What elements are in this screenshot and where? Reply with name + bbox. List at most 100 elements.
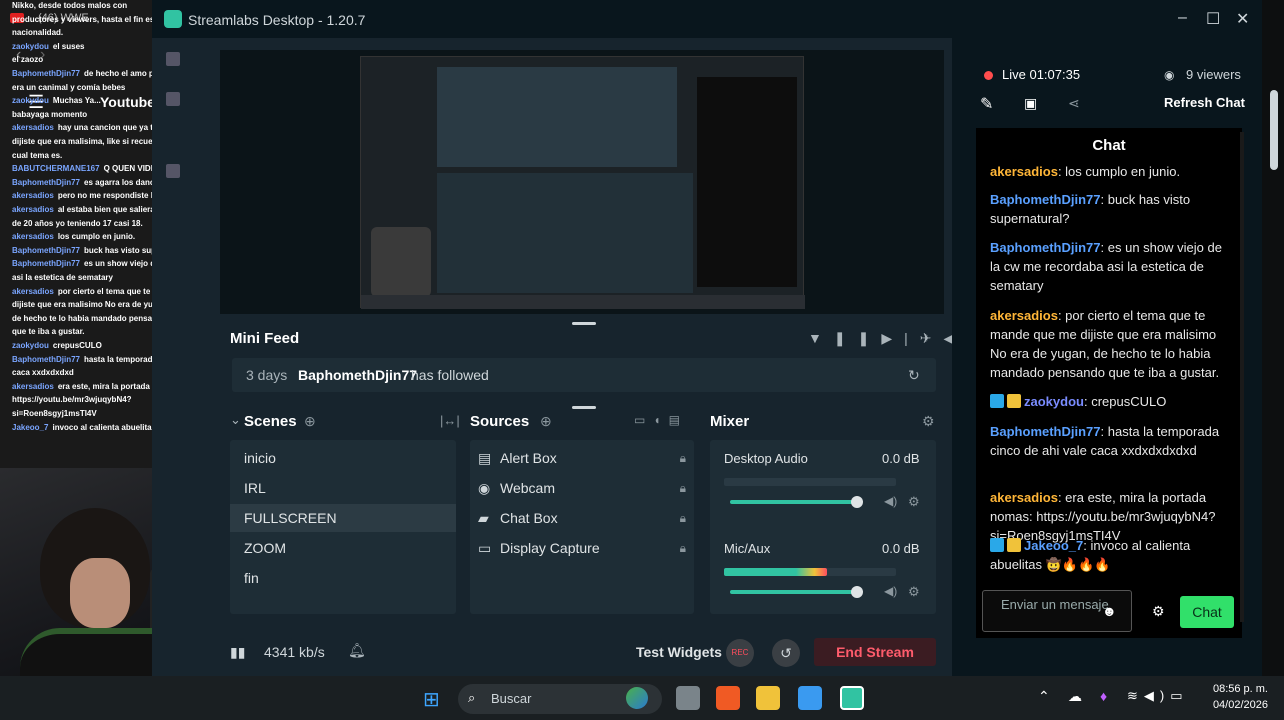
scenes-list: inicio IRL FULLSCREEN ZOOM fin — [230, 440, 456, 614]
volume-slider-handle[interactable] — [851, 586, 864, 598]
test-widgets-button[interactable]: Test Widgets — [636, 644, 722, 660]
overlay-chat-line: cual tema es. — [12, 150, 62, 161]
source-item[interactable]: ▰ Chat Box 🔒︎ — [478, 504, 686, 532]
chat-scrollbar[interactable] — [1240, 132, 1244, 622]
overlay-chat-line: akersadios los cumplo en junio. — [12, 231, 135, 242]
taskbar-search[interactable]: ⌕ Buscar — [458, 684, 662, 714]
skip-icon[interactable]: ▶| — [881, 330, 919, 346]
emote-icon[interactable]: ☻ — [1102, 603, 1117, 619]
record-button[interactable]: REC — [726, 639, 754, 667]
overlay-chat-text: https://youtu.be/mr3wjuqybN4? — [12, 395, 132, 405]
source-item[interactable]: ▭ Display Capture 🔒︎ — [478, 534, 686, 562]
stats-icon[interactable]: ▮▮ — [230, 644, 245, 661]
chat-username[interactable]: BaphomethDjin77 — [990, 424, 1101, 439]
mixer-channel-name: Desktop Audio — [724, 451, 808, 466]
chat-username[interactable]: BaphomethDjin77 — [990, 240, 1101, 255]
overlay-chat-text: caca xxdxdxdxd — [12, 368, 74, 378]
file-explorer-icon[interactable] — [756, 686, 780, 710]
channel-settings-icon[interactable]: ⚙ — [908, 584, 920, 600]
add-source-icon[interactable]: ⊕ — [540, 413, 552, 430]
panel-resize-handle[interactable] — [572, 406, 596, 409]
notifications-icon[interactable]: 🔔︎ — [348, 642, 366, 659]
overlay-chat-text: crepusCULO — [52, 341, 102, 350]
overlay-chat-line: asi la estetica de sematary — [12, 272, 113, 283]
lock-icon[interactable]: 🔒︎ — [680, 474, 686, 502]
mute-icon[interactable]: ◀) — [884, 494, 897, 508]
chat-username[interactable]: akersadios — [990, 490, 1058, 505]
system-tray[interactable]: ≋◀)▭ — [1127, 688, 1189, 704]
overlay-chat-text: Muchas Ya... — [52, 96, 101, 106]
badge-icon — [990, 538, 1004, 552]
overlay-chat-user: BaphomethDjin77 — [12, 69, 81, 78]
sources-title: Sources — [470, 413, 530, 430]
window-scrollbar[interactable] — [1270, 90, 1278, 170]
source-item[interactable]: ▤ Alert Box 🔒︎ — [478, 444, 686, 472]
microphone-tray-icon[interactable]: ♦ — [1100, 688, 1107, 704]
chat-box-icon: ▰ — [478, 510, 489, 526]
themes-icon[interactable] — [166, 92, 180, 106]
speaker-icon[interactable]: ◀) — [1144, 688, 1170, 703]
overlay-chat-line: era un canimal y comía bebes — [12, 82, 125, 93]
pause-icon[interactable]: ❚❚ — [834, 330, 881, 346]
clock-time[interactable]: 08:56 p. m. — [1204, 683, 1268, 695]
apps-icon[interactable] — [166, 164, 180, 178]
task-view-icon[interactable] — [676, 686, 700, 710]
wifi-icon[interactable]: ≋ — [1127, 688, 1144, 703]
folder-icon[interactable]: ▤ — [669, 413, 688, 427]
repeat-alert-icon[interactable]: ↻ — [908, 367, 920, 384]
overlay-chat-text: asi la estetica de sematary — [12, 273, 113, 282]
maximize-icon[interactable]: ☐ — [1206, 9, 1220, 29]
editor-icon[interactable] — [166, 52, 180, 66]
tray-overflow-icon[interactable]: ⌃ — [1038, 688, 1050, 705]
mixer-settings-icon[interactable]: ⚙ — [922, 413, 935, 430]
scenes-title: Scenes — [244, 413, 297, 430]
chat-send-button[interactable]: Chat — [1180, 596, 1234, 628]
chat-username[interactable]: zaokydou — [1024, 394, 1084, 409]
volume-slider[interactable] — [730, 496, 864, 508]
filter-icon[interactable]: ▼ — [808, 330, 834, 346]
preview-resize-handle[interactable] — [572, 322, 596, 325]
lock-icon[interactable]: 🔒︎ — [680, 534, 686, 562]
mute-alerts-icon[interactable]: ✈ — [920, 330, 944, 346]
scene-item[interactable]: inicio — [230, 444, 456, 472]
overlay-chat-text: de 20 años yo teniendo 17 casi 18. — [12, 218, 143, 228]
mute-icon[interactable]: ◀) — [884, 584, 897, 598]
lock-icon[interactable]: 🔒︎ — [680, 444, 686, 472]
chat-settings-icon[interactable]: ⚙ — [1152, 603, 1165, 620]
volume-slider[interactable] — [730, 586, 864, 598]
chat-messages: akersadios: los cumplo en junio. Baphomet… — [952, 38, 1262, 598]
collapse-scenes-icon[interactable]: ⌄ — [230, 412, 241, 428]
source-item[interactable]: ◉ Webcam 🔒︎ — [478, 474, 686, 502]
capture-icon[interactable]: ▭ — [634, 413, 653, 427]
audio-source-icon[interactable]: ◖ — [653, 413, 668, 427]
end-stream-button[interactable]: End Stream — [814, 638, 936, 666]
scene-item[interactable]: fin — [230, 564, 456, 592]
scene-item[interactable]: ZOOM — [230, 534, 456, 562]
chat-username[interactable]: akersadios — [990, 308, 1058, 323]
channel-settings-icon[interactable]: ⚙ — [908, 494, 920, 510]
overlay-chat-user: akersadios — [12, 232, 54, 242]
replay-buffer-icon[interactable]: ↺ — [772, 639, 800, 667]
brave-browser-icon[interactable] — [716, 686, 740, 710]
microsoft-store-icon[interactable] — [798, 686, 822, 710]
add-scene-icon[interactable]: ⊕ — [304, 413, 316, 430]
volume-slider-handle[interactable] — [851, 496, 864, 508]
scene-item[interactable]: IRL — [230, 474, 456, 502]
windows-start-icon[interactable]: ⊞ — [423, 687, 440, 712]
clock-date[interactable]: 04/02/2026 — [1204, 699, 1268, 711]
chat-message: Jakeoo_7: invoco al calienta abuelitas 🤠… — [990, 538, 1191, 572]
streamlabs-taskbar-icon[interactable] — [840, 686, 864, 710]
chat-username[interactable]: BaphomethDjin77 — [990, 192, 1101, 207]
scene-item[interactable]: FULLSCREEN — [230, 504, 456, 532]
chat-username[interactable]: Jakeoo_7 — [1024, 538, 1083, 553]
chat-username[interactable]: akersadios — [990, 164, 1058, 179]
scene-transitions-icon[interactable]: |↔| — [440, 413, 460, 428]
chat-sidebar: Live 01:07:35 ◉ 9 viewers ✎ ▣ ⋖ Refresh … — [952, 38, 1262, 676]
lock-icon[interactable]: 🔒︎ — [680, 504, 686, 532]
chat-message: zaokydou: crepusCULO — [990, 392, 1230, 411]
battery-icon[interactable]: ▭ — [1170, 688, 1188, 703]
close-icon[interactable]: ✕ — [1236, 9, 1249, 29]
audio-level-fill — [724, 568, 828, 576]
minimize-icon[interactable]: – — [1178, 9, 1187, 27]
onedrive-icon[interactable]: ☁ — [1068, 688, 1082, 705]
